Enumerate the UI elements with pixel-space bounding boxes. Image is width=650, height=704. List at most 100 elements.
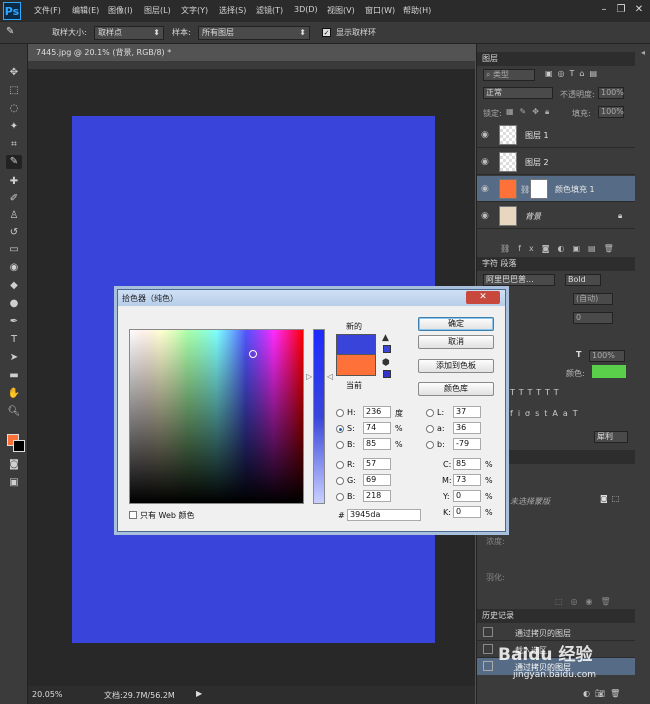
menu-help[interactable]: 帮助(H): [403, 5, 431, 16]
gamut-warning-icon[interactable]: ▲: [382, 333, 389, 343]
close-window-icon[interactable]: ✕: [632, 3, 646, 17]
menu-layer[interactable]: 图层(L): [144, 5, 171, 16]
menu-select[interactable]: 选择(S): [219, 5, 246, 16]
b-radio[interactable]: [426, 441, 434, 449]
blend-mode-select[interactable]: 正常: [483, 87, 553, 99]
healing-brush-icon[interactable]: ✚: [6, 175, 22, 189]
layer-filter-select[interactable]: ⌕ 类型: [483, 69, 535, 81]
menu-view[interactable]: 视图(V): [327, 5, 355, 16]
restore-icon[interactable]: ❐: [614, 3, 628, 17]
history-actions-icons[interactable]: ◐📷︎🗑︎: [583, 689, 625, 698]
screen-mode-icon[interactable]: ▣: [6, 476, 22, 490]
cyan-field[interactable]: 85: [453, 458, 481, 470]
color-slider[interactable]: [313, 329, 325, 504]
eye-icon[interactable]: ◉: [481, 157, 489, 167]
add-to-swatches-button[interactable]: 添加到色板: [418, 359, 494, 373]
eye-icon[interactable]: ◉: [481, 184, 489, 194]
sample-select[interactable]: 所有图层 ⬍: [198, 26, 310, 40]
hand-tool-icon[interactable]: ✋: [6, 387, 22, 401]
character-panel-tab[interactable]: 字符 段落: [477, 257, 635, 271]
brightness-radio[interactable]: [336, 441, 344, 449]
sample-size-select[interactable]: 取样点 ⬍: [94, 26, 164, 40]
crop-tool-icon[interactable]: ⌗: [6, 138, 22, 152]
layer-row[interactable]: ◉ 图层 2: [477, 149, 635, 175]
menu-window[interactable]: 窗口(W): [365, 5, 395, 16]
color-picker-cursor[interactable]: [249, 350, 257, 358]
text-color-swatch[interactable]: [592, 365, 626, 378]
layer-row[interactable]: ◉ 背景 🔒︎: [477, 203, 635, 229]
cancel-button[interactable]: 取消: [418, 335, 494, 349]
brush-tool-icon[interactable]: ✐: [6, 192, 22, 206]
opacity-field[interactable]: 100%: [598, 87, 624, 99]
layers-panel-tab[interactable]: 图层: [477, 52, 635, 66]
mask-icons[interactable]: ◙⬚: [600, 494, 623, 503]
shape-tool-icon[interactable]: ▬: [6, 369, 22, 383]
green-field[interactable]: 69: [363, 474, 391, 486]
zoom-tool-icon[interactable]: 🔍︎: [6, 405, 22, 419]
document-tab[interactable]: 7445.jpg @ 20.1% (背景, RGB/8) * ✕: [30, 44, 178, 74]
menu-file[interactable]: 文件(F): [34, 5, 61, 16]
web-color-swatch[interactable]: [383, 370, 391, 378]
red-radio[interactable]: [336, 461, 344, 469]
lock-icons[interactable]: ▦✎✥🔒︎: [506, 107, 555, 117]
zoom-level[interactable]: 20.05%: [32, 690, 63, 699]
eye-icon[interactable]: ◉: [481, 211, 489, 221]
red-field[interactable]: 57: [363, 458, 391, 470]
show-ring-checkbox[interactable]: ✓: [322, 28, 331, 37]
magic-wand-tool-icon[interactable]: ✦: [6, 120, 22, 134]
b-field[interactable]: -79: [453, 438, 481, 450]
ok-button[interactable]: 确定: [418, 317, 494, 331]
green-radio[interactable]: [336, 477, 344, 485]
type-tool-icon[interactable]: T: [6, 333, 22, 347]
marquee-tool-icon[interactable]: ⬚: [6, 84, 22, 98]
eyedropper-tool-icon[interactable]: ✎: [6, 26, 14, 37]
text-style-icons[interactable]: TTTTTT: [510, 388, 563, 397]
font-style-select[interactable]: Bold: [565, 274, 601, 286]
saturation-field[interactable]: 74: [363, 422, 391, 434]
antialias-select[interactable]: 犀利: [594, 431, 628, 443]
gamut-color-swatch[interactable]: [383, 345, 391, 353]
move-tool-icon[interactable]: ✥: [6, 66, 22, 80]
eyedropper-icon[interactable]: ✎: [6, 155, 22, 169]
menu-image[interactable]: 图像(I): [108, 5, 133, 16]
lightness-radio[interactable]: [426, 409, 434, 417]
tracking-field[interactable]: 0: [573, 312, 613, 324]
layer-filter-icons[interactable]: ▣◎T⌂▤: [545, 69, 602, 78]
layer-row[interactable]: ◉ 图层 1: [477, 122, 635, 148]
blue-radio[interactable]: [336, 493, 344, 501]
yellow-field[interactable]: 0: [453, 490, 481, 502]
eye-icon[interactable]: ◉: [481, 130, 489, 140]
pen-tool-icon[interactable]: ✒: [6, 315, 22, 329]
stamp-tool-icon[interactable]: ♙: [6, 209, 22, 223]
a-field[interactable]: 36: [453, 422, 481, 434]
panel-menu-icon[interactable]: ◂: [641, 48, 645, 57]
magenta-field[interactable]: 73: [453, 474, 481, 486]
blue-field[interactable]: 218: [363, 490, 391, 502]
path-selection-icon[interactable]: ➤: [6, 351, 22, 365]
menu-type[interactable]: 文字(Y): [181, 5, 208, 16]
web-only-checkbox[interactable]: [129, 511, 137, 519]
font-family-select[interactable]: 阿里巴巴普...: [483, 274, 555, 286]
properties-actions-icons[interactable]: ⬚◎◉🗑︎: [555, 597, 619, 606]
lasso-tool-icon[interactable]: ◌: [6, 102, 22, 116]
quick-mask-icon[interactable]: ◙: [6, 458, 22, 472]
menu-edit[interactable]: 编辑(E): [72, 5, 99, 16]
menu-filter[interactable]: 滤镜(T): [256, 5, 283, 16]
brightness-field[interactable]: 85: [363, 438, 391, 450]
color-libraries-button[interactable]: 颜色库: [418, 382, 494, 396]
horizontal-scale-field[interactable]: 100%: [589, 350, 625, 362]
layer-actions-icons[interactable]: ⛓fx◙◐▣▤🗑︎: [500, 244, 622, 253]
hex-field[interactable]: 3945da: [347, 509, 421, 521]
black-field[interactable]: 0: [453, 506, 481, 518]
close-icon[interactable]: ✕: [466, 291, 500, 304]
leading-field[interactable]: (自动): [573, 293, 613, 305]
history-panel-tab[interactable]: 历史记录: [477, 609, 635, 623]
menu-3d[interactable]: 3D(D): [294, 5, 318, 14]
opentype-icons[interactable]: fiσstAaT: [510, 409, 583, 418]
blur-tool-icon[interactable]: ◆: [6, 279, 22, 293]
saturation-radio[interactable]: [336, 425, 344, 433]
background-color-swatch[interactable]: [13, 440, 25, 452]
current-color-swatch[interactable]: [336, 355, 376, 376]
status-menu-arrow-icon[interactable]: ▶: [196, 689, 202, 698]
history-item[interactable]: 通过拷贝的图层: [477, 624, 635, 641]
